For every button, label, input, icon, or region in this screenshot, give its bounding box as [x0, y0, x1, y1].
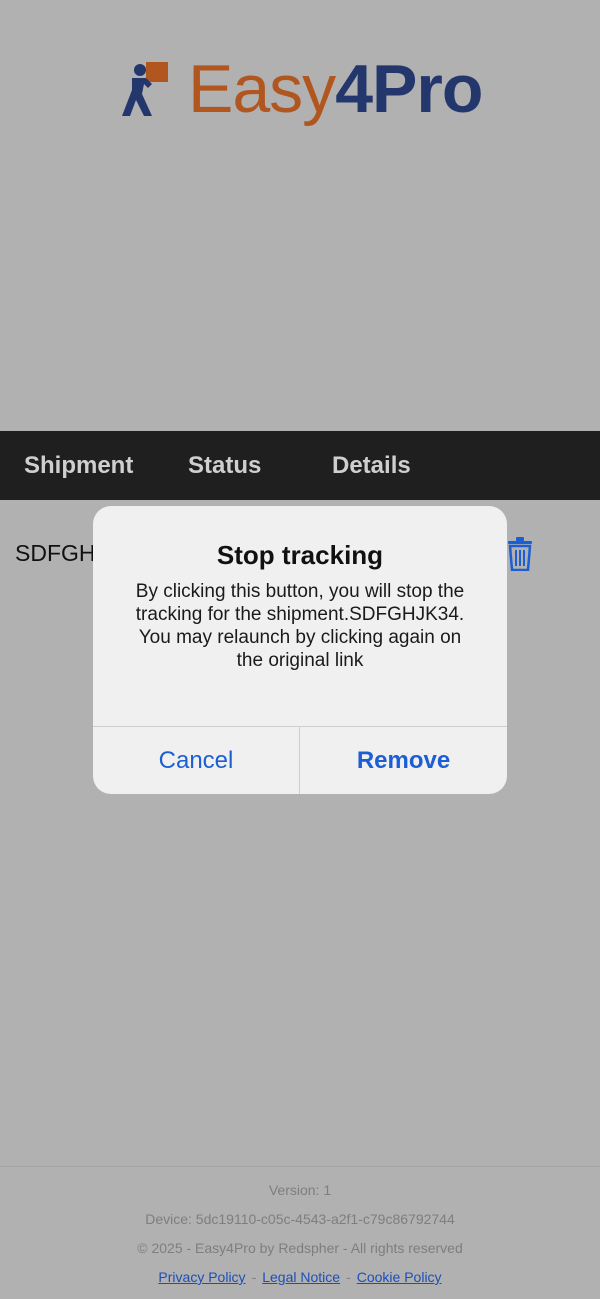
cancel-button[interactable]: Cancel [93, 727, 299, 794]
footer-divider [0, 1166, 600, 1167]
app-logo: Easy4Pro [118, 51, 488, 128]
copyright-text: © 2025 - Easy4Pro by Redspher - All righ… [137, 1240, 463, 1256]
device-id-text: Device: 5dc19110-c05c-4543-a2f1-c79c8679… [145, 1211, 455, 1227]
link-separator: - [251, 1269, 257, 1285]
brand-name: Easy4Pro [188, 51, 483, 127]
privacy-policy-link[interactable]: Privacy Policy [158, 1269, 245, 1285]
column-header-details: Details [332, 452, 411, 479]
column-header-status: Status [188, 452, 262, 479]
link-separator: - [346, 1269, 351, 1285]
stop-tracking-dialog: Stop tracking By clicking this button, y… [93, 506, 507, 794]
shipment-id: SDFGH [15, 540, 96, 566]
person-with-box-icon [122, 62, 168, 116]
version-text: Version: 1 [268, 1182, 332, 1198]
legal-notice-link[interactable]: Legal Notice [262, 1269, 340, 1285]
cookie-policy-link[interactable]: Cookie Policy [357, 1269, 442, 1285]
remove-button[interactable]: Remove [300, 727, 507, 794]
column-header-shipment: Shipment [24, 452, 134, 479]
footer-links: Privacy Policy - Legal Notice - Cookie Polic… [0, 1269, 600, 1285]
dialog-title: Stop tracking [216, 540, 384, 570]
trash-icon[interactable] [506, 537, 534, 571]
dialog-message: By clicking this button, you will stop t… [135, 581, 465, 671]
table-header: Shipment Status Details [0, 431, 600, 500]
